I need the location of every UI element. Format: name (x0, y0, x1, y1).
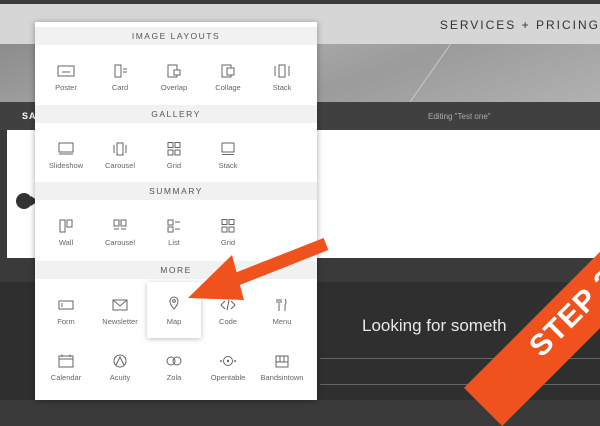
zola-icon (166, 356, 182, 366)
block-label: Menu (272, 317, 292, 326)
stack-icon (221, 142, 235, 155)
block-summary-grid[interactable]: Grid (201, 207, 255, 255)
section-header-more: MORE (35, 261, 317, 279)
block-overlap[interactable]: Overlap (147, 52, 201, 100)
hero-decor-line (409, 44, 451, 102)
stack-icon (274, 64, 290, 78)
block-label: Card (111, 83, 129, 92)
section-header-summary: SUMMARY (35, 182, 317, 200)
bandsintown-icon (275, 355, 289, 368)
section-header-gallery: GALLERY (35, 105, 317, 123)
calendar-icon (58, 354, 74, 368)
block-stack[interactable]: Stack (255, 52, 309, 100)
block-form[interactable]: Form (39, 286, 93, 334)
block-label: Form (57, 317, 75, 326)
block-label: Grid (166, 161, 182, 170)
block-wall[interactable]: Wall (39, 207, 93, 255)
wall-icon (59, 219, 73, 233)
insert-point-icon[interactable] (16, 193, 38, 209)
opentable-icon (220, 356, 236, 366)
acuity-icon (113, 354, 127, 368)
block-label: Stack (272, 83, 292, 92)
block-label: Bandsintown (260, 373, 304, 382)
block-label: Overlap (160, 83, 188, 92)
block-label: Collage (215, 83, 241, 92)
block-poster[interactable]: Poster (39, 52, 93, 100)
footer-heading: Looking for someth (362, 316, 507, 335)
block-label: Grid (220, 238, 236, 247)
carousel-icon (113, 219, 127, 230)
carousel-icon (113, 142, 127, 156)
grid-icon (167, 142, 181, 156)
block-label: Opentable (210, 373, 246, 382)
form-icon (58, 300, 74, 310)
newsletter-icon (112, 299, 128, 311)
block-label: Poster (55, 83, 77, 92)
block-label: Stack (218, 161, 238, 170)
block-label: Wall (58, 238, 74, 247)
collage-icon (221, 64, 235, 78)
block-carousel[interactable]: Carousel (93, 130, 147, 178)
block-slideshow[interactable]: Slideshow (39, 130, 93, 178)
block-map[interactable]: Map (147, 282, 201, 338)
block-gallery-stack[interactable]: Stack (201, 130, 255, 178)
card-icon (114, 64, 127, 78)
nav-services-pricing[interactable]: SERVICES + PRICING (440, 18, 600, 32)
slideshow-icon (58, 142, 74, 155)
block-bandsintown[interactable]: Bandsintown (255, 342, 309, 390)
block-label: Acuity (109, 373, 131, 382)
block-label: Code (219, 317, 237, 326)
block-picker-panel: IMAGE LAYOUTS Poster Card Overlap Collag… (35, 22, 317, 400)
block-label: Zola (166, 373, 182, 382)
block-calendar[interactable]: Calendar (39, 342, 93, 390)
grid-icon (221, 219, 235, 233)
overlap-icon (167, 64, 181, 78)
section-header-image-layouts: IMAGE LAYOUTS (35, 27, 317, 45)
poster-icon (57, 65, 75, 77)
block-label: Slideshow (48, 161, 84, 170)
block-acuity[interactable]: Acuity (93, 342, 147, 390)
code-icon (220, 299, 236, 311)
block-label: Carousel (104, 161, 135, 170)
block-collage[interactable]: Collage (201, 52, 255, 100)
block-code[interactable]: Code (201, 286, 255, 334)
map-pin-icon (169, 296, 179, 310)
block-summary-carousel[interactable]: Carousel (93, 207, 147, 255)
block-zola[interactable]: Zola (147, 342, 201, 390)
block-card[interactable]: Card (93, 52, 147, 100)
block-label: List (168, 238, 180, 247)
block-label: Calendar (50, 373, 82, 382)
block-newsletter[interactable]: Newsletter (93, 286, 147, 334)
menu-icon (276, 298, 287, 311)
editing-status: Editing "Test one" (428, 112, 491, 121)
list-icon (167, 219, 180, 233)
block-label: Carousel (104, 238, 135, 247)
divider (320, 384, 600, 385)
block-menu[interactable]: Menu (255, 286, 309, 334)
block-label: Map (166, 317, 182, 326)
block-label: Newsletter (102, 317, 138, 326)
block-grid[interactable]: Grid (147, 130, 201, 178)
block-opentable[interactable]: Opentable (201, 342, 255, 390)
block-list[interactable]: List (147, 207, 201, 255)
